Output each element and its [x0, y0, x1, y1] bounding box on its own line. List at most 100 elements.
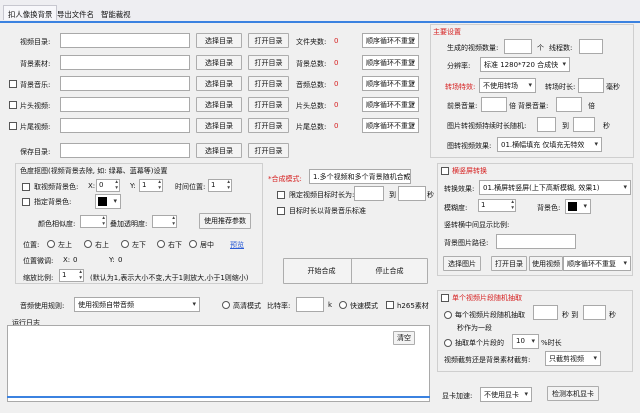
- bg-material-input[interactable]: [60, 55, 190, 70]
- transition-duration-label: 转场时长:: [545, 83, 576, 91]
- h265-checkbox[interactable]: [386, 301, 394, 309]
- preview-link[interactable]: 预览: [230, 240, 244, 250]
- video-dir-select-button[interactable]: 选择目录: [196, 33, 242, 48]
- bg-music-order-select[interactable]: 顺序循环不重复: [362, 76, 419, 91]
- position-label-0: 左上: [58, 241, 72, 249]
- vertical-open-dir-button[interactable]: 打开目录: [491, 256, 527, 271]
- blur-label: 模糊度:: [444, 204, 468, 212]
- position-radio-0[interactable]: [47, 240, 55, 248]
- transition-duration-input[interactable]: [578, 78, 604, 93]
- image-effect-select[interactable]: 01.横幅填充 仅填充无特效: [497, 137, 602, 152]
- fine-tune-label: 位置微调:: [23, 257, 54, 265]
- start-compose-button[interactable]: 开始合成: [283, 258, 360, 284]
- specify-color-label: 指定背景色:: [34, 198, 72, 206]
- fast-mode-radio[interactable]: [339, 301, 347, 309]
- similarity-spin[interactable]: [80, 215, 107, 228]
- clip-sec-label: 秒: [609, 311, 616, 319]
- specify-color-checkbox[interactable]: [22, 198, 30, 206]
- gpu-select[interactable]: 不使用显卡: [480, 387, 532, 402]
- stop-compose-button[interactable]: 停止合成: [351, 258, 428, 284]
- scale-spin[interactable]: 1: [59, 269, 84, 282]
- pct-label: %时长: [541, 339, 562, 347]
- video-dir-order-select[interactable]: 顺序循环不重复: [362, 33, 419, 48]
- outro-video-open-button[interactable]: 打开目录: [248, 118, 289, 133]
- bg-music-input[interactable]: [60, 76, 190, 91]
- bg-color-select[interactable]: [565, 199, 591, 214]
- clip-use-select[interactable]: 只截剪视频: [545, 351, 601, 366]
- fine-y-value[interactable]: 0: [118, 256, 122, 264]
- position-label-3: 右下: [168, 241, 182, 249]
- vertical-checkbox[interactable]: [441, 167, 449, 175]
- outro-video-count-label: 片尾总数:: [296, 123, 327, 131]
- check-gpu-button[interactable]: 检测本机显卡: [547, 386, 599, 401]
- bg-music-checkbox[interactable]: [9, 80, 17, 88]
- time-position-spin[interactable]: 1: [208, 179, 232, 192]
- outro-video-checkbox[interactable]: [9, 122, 17, 130]
- specify-color-select[interactable]: [95, 194, 121, 209]
- extract-pct-select[interactable]: 10: [512, 334, 539, 349]
- pick-color-checkbox[interactable]: [22, 183, 30, 191]
- intro-video-order-select[interactable]: 顺序循环不重复: [362, 97, 419, 112]
- bg-material-open-button[interactable]: 打开目录: [248, 55, 289, 70]
- music-standard-checkbox[interactable]: [277, 207, 285, 215]
- pick-y-spin[interactable]: 1: [139, 179, 163, 192]
- save-dir-select-button[interactable]: 选择目录: [196, 143, 242, 158]
- tab-smart-crop[interactable]: 智能裁视: [101, 9, 131, 20]
- tab-export-filename[interactable]: 导出文件名: [57, 9, 94, 20]
- position-radio-2[interactable]: [121, 240, 129, 248]
- video-dir-count: 0: [334, 37, 339, 45]
- position-radio-4[interactable]: [189, 240, 197, 248]
- limit-duration-checkbox[interactable]: [277, 191, 285, 199]
- transition-select[interactable]: 不使用转场: [479, 78, 536, 93]
- limit-duration-min[interactable]: [354, 186, 384, 201]
- outro-video-order-select[interactable]: 顺序循环不重复: [362, 118, 419, 133]
- position-radio-3[interactable]: [157, 240, 165, 248]
- log-area[interactable]: [7, 325, 430, 402]
- hd-mode-radio[interactable]: [222, 301, 230, 309]
- foreground-volume-input[interactable]: [481, 97, 507, 112]
- select-image-button[interactable]: 选择图片: [443, 256, 481, 271]
- resolution-select[interactable]: 标准 1280*720 合成快: [480, 57, 570, 72]
- effect-select[interactable]: 01.横屏转竖屏(上下高斯模糊, 效果1): [479, 180, 631, 195]
- image-duration-min[interactable]: [537, 117, 556, 132]
- video-dir-input[interactable]: [60, 33, 190, 48]
- save-dir-input[interactable]: [60, 143, 190, 158]
- extract-radio[interactable]: [444, 339, 452, 347]
- fine-x-value[interactable]: 0: [73, 256, 77, 264]
- pick-x-spin[interactable]: 0: [96, 179, 120, 192]
- bg-material-select-button[interactable]: 选择目录: [196, 55, 242, 70]
- clip-min-input[interactable]: [533, 305, 558, 320]
- recommend-button[interactable]: 使用推荐参数: [199, 213, 251, 229]
- image-duration-max[interactable]: [573, 117, 595, 132]
- blend-spin[interactable]: [152, 215, 177, 228]
- intro-video-select-button[interactable]: 选择目录: [196, 97, 242, 112]
- clear-log-button[interactable]: 清空: [393, 331, 415, 345]
- bg-material-order-select[interactable]: 顺序循环不重复: [362, 55, 419, 70]
- video-dir-open-button[interactable]: 打开目录: [248, 33, 289, 48]
- intro-video-input[interactable]: [60, 97, 190, 112]
- per-video-radio[interactable]: [444, 311, 452, 319]
- vertical-order-select[interactable]: 顺序循环不重复: [563, 256, 631, 271]
- clip-checkbox[interactable]: [441, 294, 449, 302]
- save-dir-open-button[interactable]: 打开目录: [248, 143, 289, 158]
- intro-video-checkbox[interactable]: [9, 101, 17, 109]
- outro-video-input[interactable]: [60, 118, 190, 133]
- clip-max-input[interactable]: [583, 305, 606, 320]
- blur-spin[interactable]: 1: [478, 199, 516, 212]
- background-volume-input[interactable]: [556, 97, 582, 112]
- outro-video-select-button[interactable]: 选择目录: [196, 118, 242, 133]
- outro-video-count: 0: [334, 122, 339, 130]
- bg-music-select-button[interactable]: 选择目录: [196, 76, 242, 91]
- compose-mode-select[interactable]: 1.多个视频和多个背景随机合成: [309, 169, 411, 184]
- audio-rule-select[interactable]: 使用视频自带音频: [74, 297, 200, 312]
- tab-matting[interactable]: 扣人像换背景: [3, 5, 58, 20]
- threads-input[interactable]: [579, 39, 603, 54]
- bitrate-input[interactable]: [296, 297, 324, 312]
- bg-path-input[interactable]: [496, 234, 576, 249]
- limit-duration-max[interactable]: [398, 186, 426, 201]
- position-radio-1[interactable]: [84, 240, 92, 248]
- video-count-input[interactable]: [504, 39, 532, 54]
- bg-music-open-button[interactable]: 打开目录: [248, 76, 289, 91]
- intro-video-open-button[interactable]: 打开目录: [248, 97, 289, 112]
- use-video-button[interactable]: 使用视频: [529, 256, 563, 271]
